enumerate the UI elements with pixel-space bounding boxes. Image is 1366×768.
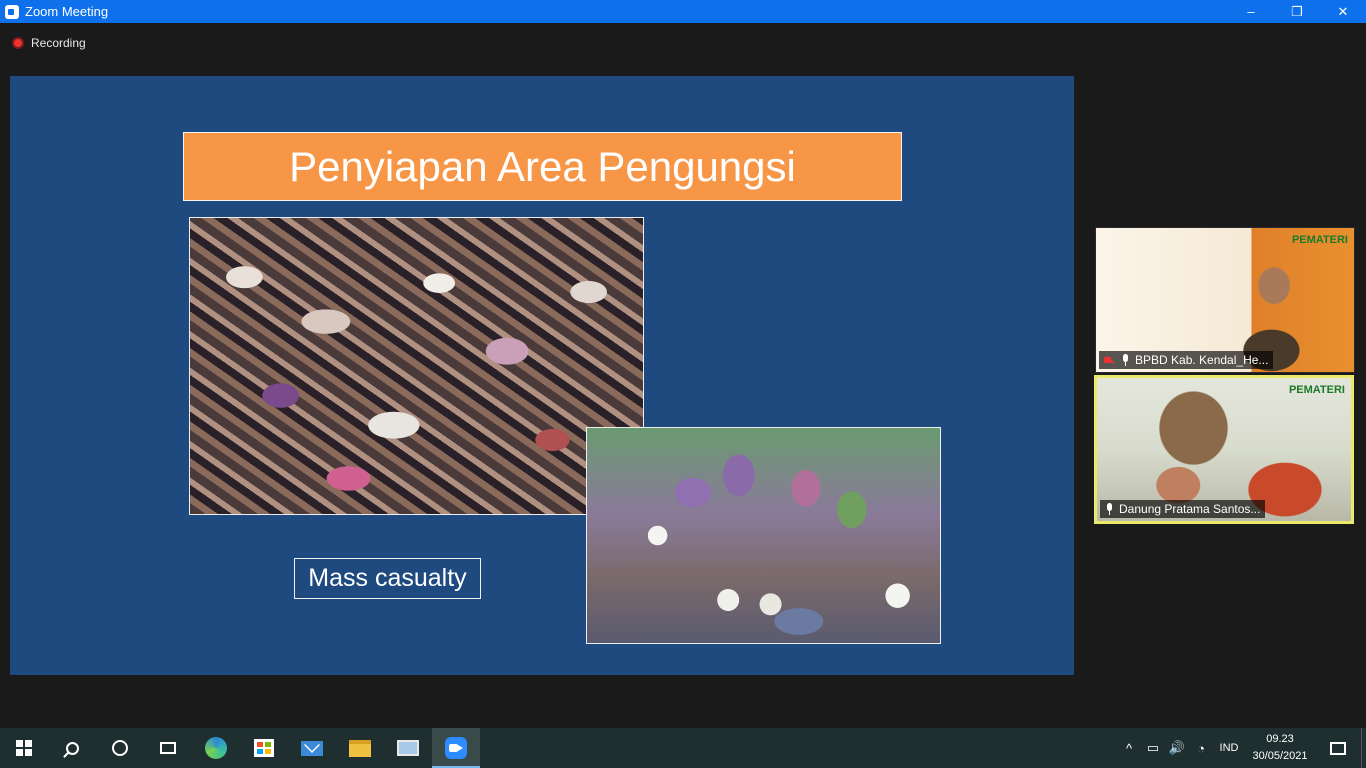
clock-time: 09.23 [1266, 733, 1294, 745]
taskbar-app-store[interactable] [240, 728, 288, 768]
taskbar-app-remote-desktop[interactable] [384, 728, 432, 768]
computer-icon [397, 740, 419, 756]
task-view-icon [160, 742, 176, 754]
taskbar-app-mail[interactable] [288, 728, 336, 768]
window-controls: – ❐ ✕ [1228, 0, 1366, 23]
recording-icon [12, 37, 24, 49]
window-title: Zoom Meeting [25, 4, 109, 19]
slide-photo-crowd [189, 217, 644, 515]
zoom-icon [445, 737, 467, 759]
participant-tile-active-speaker[interactable]: PEMATERI Danung Pratama Santos... [1094, 375, 1354, 524]
action-center-button[interactable] [1315, 741, 1361, 755]
system-tray: ^ ▭ 🔊 ◔ IND 09.23 30/05/2021 [1117, 728, 1366, 768]
slide-caption: Mass casualty [294, 558, 481, 599]
windows-logo-icon [16, 740, 32, 756]
microphone-muted-icon [1105, 503, 1114, 515]
minimize-button[interactable]: – [1228, 0, 1274, 23]
participant-badge: PEMATERI [1288, 384, 1345, 396]
mail-icon [301, 740, 323, 756]
taskbar-app-edge[interactable] [192, 728, 240, 768]
participant-name: BPBD Kab. Kendal_He... [1135, 353, 1269, 367]
participant-tile[interactable]: PEMATERI BPBD Kab. Kendal_He... [1095, 227, 1355, 373]
maximize-button[interactable]: ❐ [1274, 0, 1320, 23]
taskbar-clock[interactable]: 09.23 30/05/2021 [1245, 731, 1315, 765]
participant-badge: PEMATERI [1291, 234, 1348, 246]
edge-browser-icon [205, 737, 227, 759]
volume-icon[interactable]: 🔊 [1165, 728, 1189, 768]
show-desktop-button[interactable] [1361, 728, 1366, 768]
cortana-icon [112, 740, 128, 756]
recording-indicator[interactable]: Recording [12, 36, 86, 50]
network-icon[interactable]: ◔ [1189, 728, 1213, 768]
clock-date: 30/05/2021 [1252, 750, 1308, 762]
participant-name-tag: BPBD Kab. Kendal_He... [1099, 351, 1274, 369]
shared-screen-slide: Penyiapan Area Pengungsi Mass casualty [10, 76, 1074, 675]
close-button[interactable]: ✕ [1320, 0, 1366, 23]
participant-name-tag: Danung Pratama Santos... [1100, 500, 1266, 518]
slide-title: Penyiapan Area Pengungsi [183, 132, 902, 201]
microsoft-store-icon [254, 739, 274, 757]
taskbar-search-button[interactable] [48, 728, 96, 768]
folder-icon [349, 739, 371, 757]
participant-name: Danung Pratama Santos... [1119, 502, 1261, 516]
search-icon [65, 741, 79, 755]
start-button[interactable] [0, 728, 48, 768]
taskbar-app-zoom[interactable] [432, 728, 480, 768]
input-language[interactable]: IND [1213, 742, 1245, 754]
notification-icon [1330, 741, 1346, 755]
microphone-muted-icon [1121, 354, 1130, 366]
slide-photo-food-distribution [586, 427, 941, 644]
task-view-button[interactable] [144, 728, 192, 768]
battery-icon[interactable]: ▭ [1141, 728, 1165, 768]
recording-label: Recording [31, 36, 86, 50]
tray-overflow-chevron-icon[interactable]: ^ [1117, 728, 1141, 768]
window-titlebar: Zoom Meeting – ❐ ✕ [0, 0, 1366, 23]
video-off-icon [1104, 355, 1115, 365]
windows-taskbar: ^ ▭ 🔊 ◔ IND 09.23 30/05/2021 [0, 728, 1366, 768]
taskbar-app-file-explorer[interactable] [336, 728, 384, 768]
zoom-app-icon [5, 4, 19, 19]
cortana-button[interactable] [96, 728, 144, 768]
